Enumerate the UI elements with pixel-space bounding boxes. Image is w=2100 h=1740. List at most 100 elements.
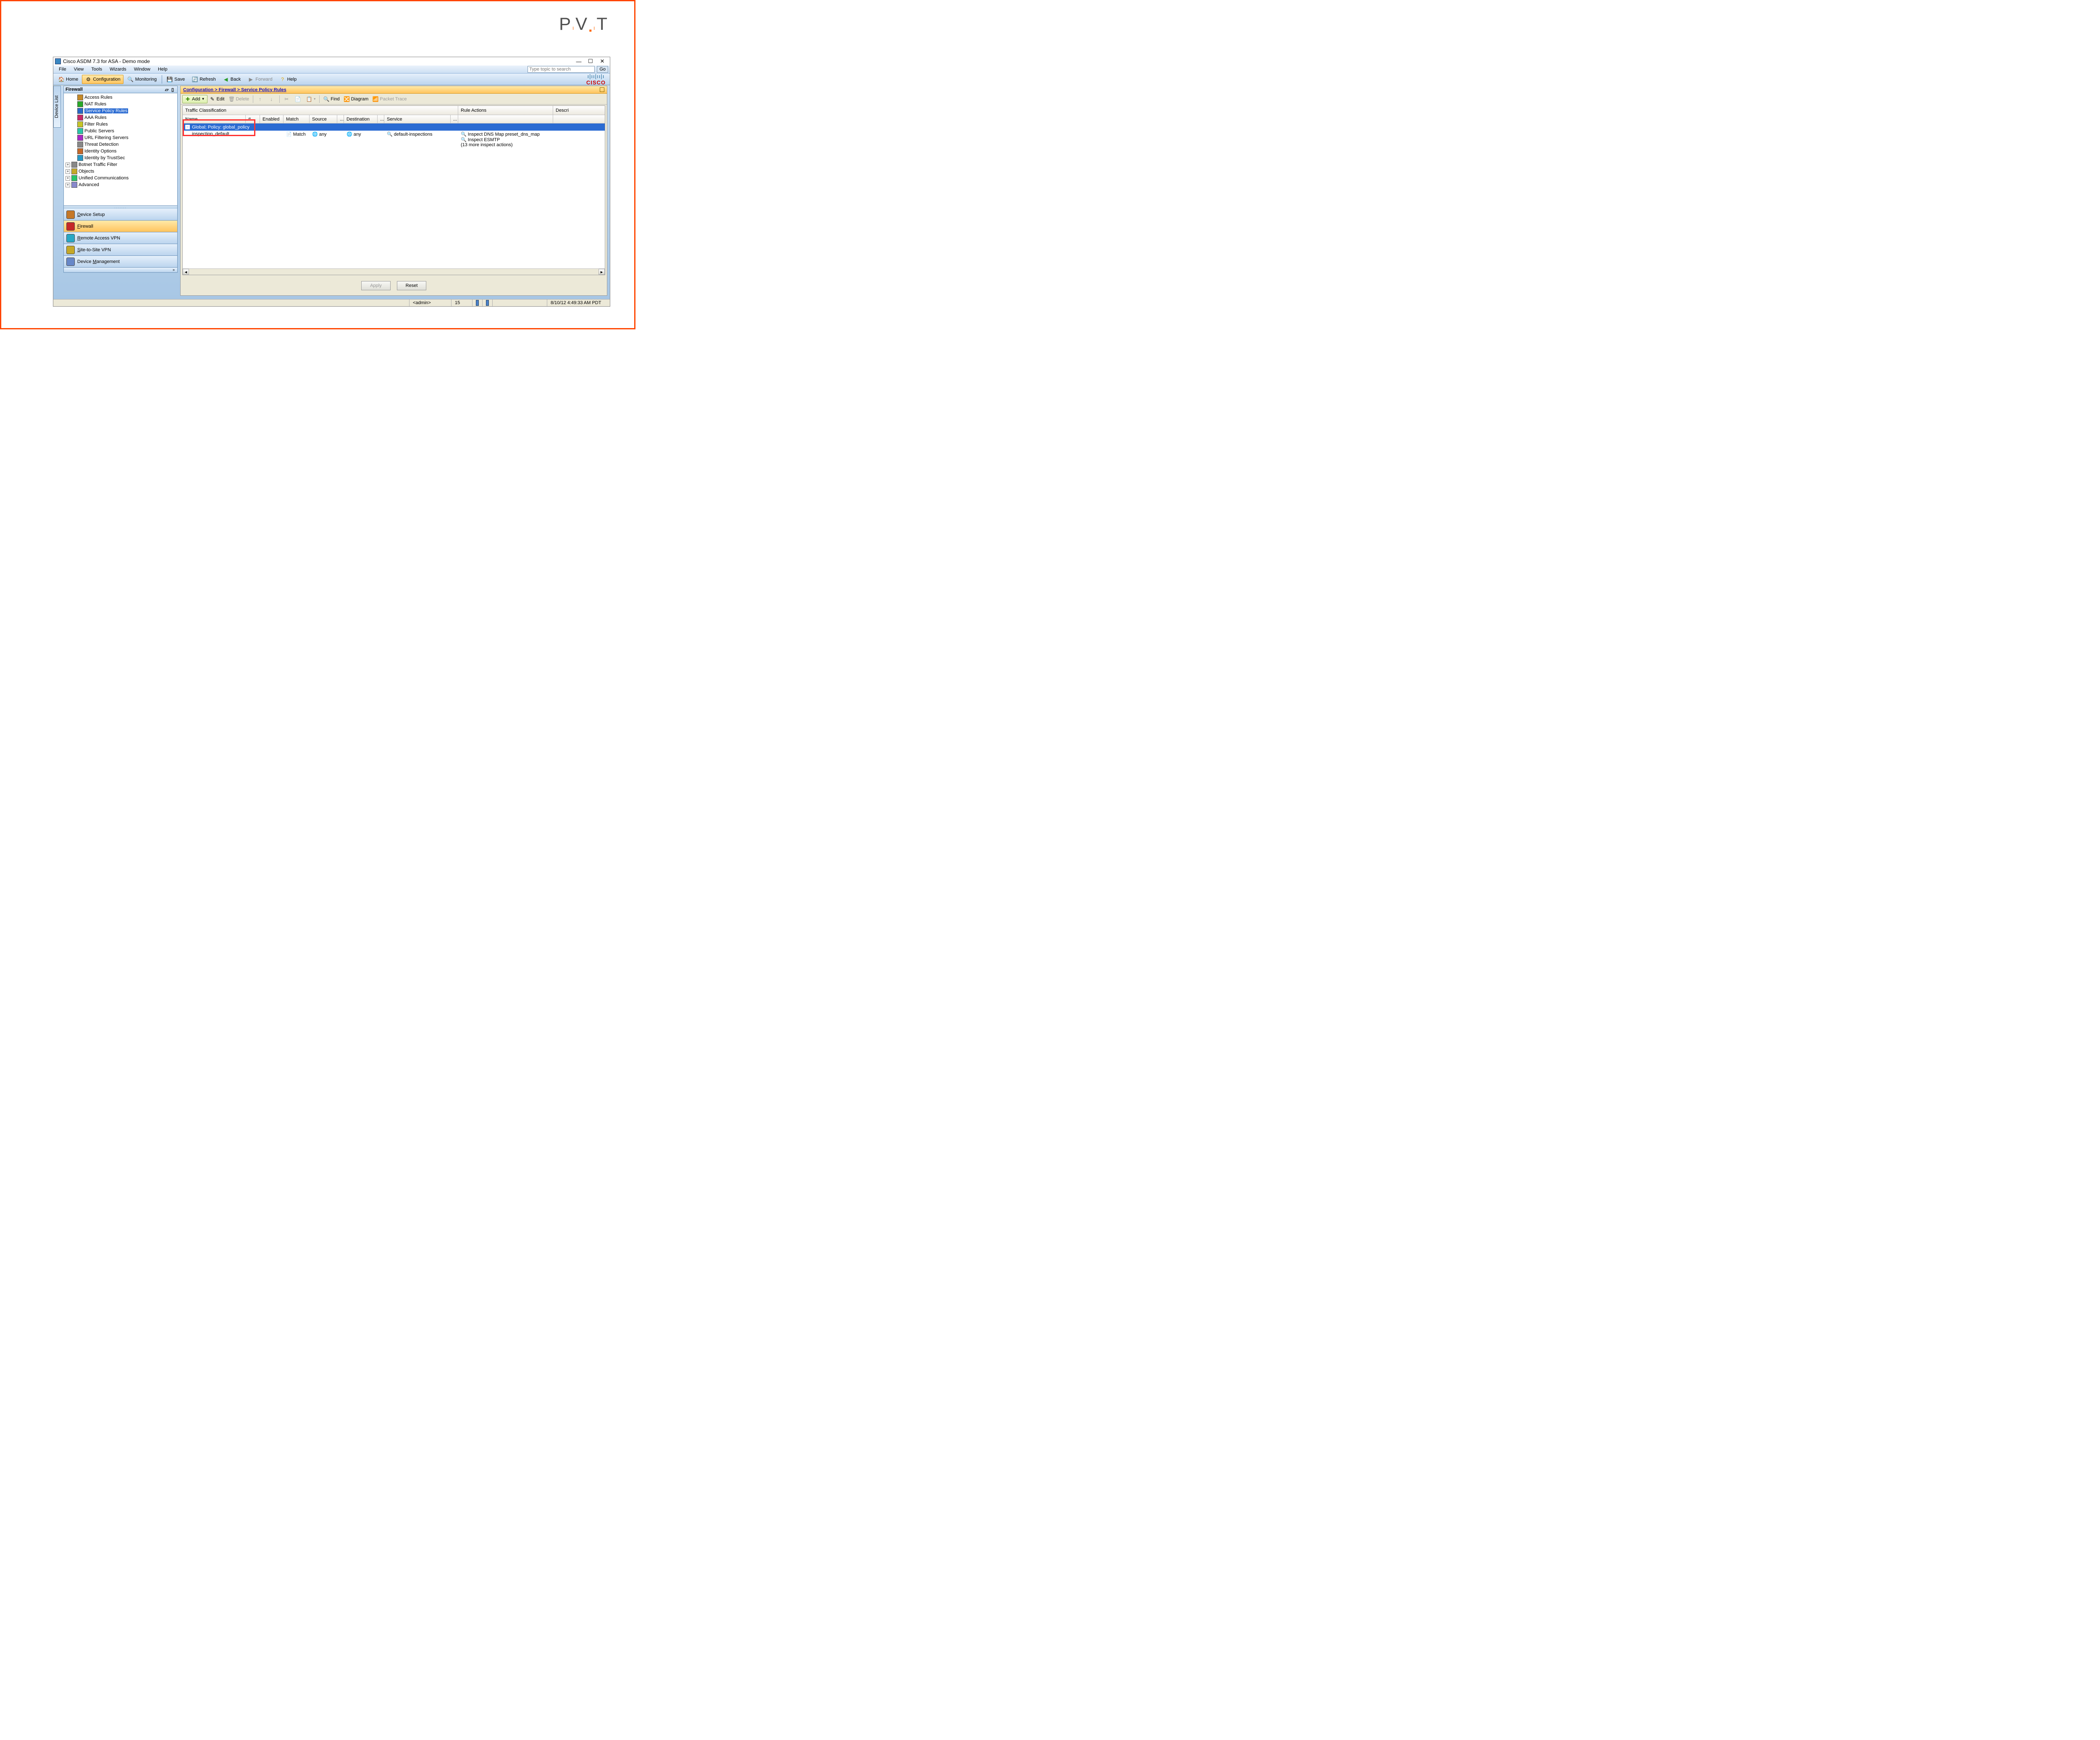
- col-description[interactable]: Descri: [553, 106, 605, 115]
- panel-pin-icon[interactable]: ▯: [170, 87, 176, 92]
- apply-button[interactable]: Apply: [361, 281, 391, 290]
- menu-view[interactable]: View: [70, 66, 88, 72]
- paste-button[interactable]: 📋▾: [304, 95, 318, 103]
- expander-icon[interactable]: +: [66, 163, 70, 167]
- tree-item-url-filtering-servers[interactable]: URL Filtering Servers: [64, 134, 177, 141]
- menu-file[interactable]: File: [55, 66, 70, 72]
- diagram-button[interactable]: 🔀Diagram: [342, 95, 371, 103]
- copy-button[interactable]: 📄: [293, 95, 304, 103]
- nav-firewall[interactable]: Firewall: [63, 221, 178, 232]
- tree-item-access-rules[interactable]: Access Rules: [64, 94, 177, 101]
- expander-icon[interactable]: +: [66, 169, 70, 174]
- arrow-down-icon: ↓: [268, 96, 274, 102]
- tree-item-public-servers[interactable]: Public Servers: [64, 128, 177, 134]
- col-enabled[interactable]: Enabled: [260, 115, 284, 123]
- col-destination-expand[interactable]: ...: [378, 115, 384, 123]
- forward-button[interactable]: ▶Forward: [244, 75, 275, 84]
- policy-group-row[interactable]: − Global; Policy: global_policy: [183, 124, 605, 131]
- title-bar: Cisco ASDM 7.3 for ASA - Demo mode — ☐ ✕: [53, 57, 610, 66]
- tree-item-nat-rules[interactable]: NAT Rules: [64, 101, 177, 108]
- tree-item-icon: [71, 168, 77, 174]
- tree-item-threat-detection[interactable]: Threat Detection: [64, 141, 177, 148]
- col-match[interactable]: Match: [284, 115, 310, 123]
- menu-wizards[interactable]: Wizards: [106, 66, 130, 72]
- tree-item-label: Public Servers: [84, 129, 114, 134]
- rules-toolbar: ✚Add▼ ✎Edit 🗑Delete ↑ ↓ ✂ 📄 📋▾ 🔍Find 🔀Di…: [181, 94, 607, 105]
- menu-help[interactable]: Help: [154, 66, 171, 72]
- col-group-traffic[interactable]: Traffic Classification: [183, 106, 458, 115]
- nav-device-setup[interactable]: Device Setup: [63, 209, 178, 221]
- cell-name: inspection_default: [183, 131, 246, 148]
- tree-item-icon: [77, 101, 83, 107]
- expander-icon[interactable]: +: [66, 176, 70, 181]
- tree-item-icon: [77, 148, 83, 154]
- status-icon-2[interactable]: [482, 300, 492, 306]
- tree-item-identity-options[interactable]: Identity Options: [64, 148, 177, 155]
- col-rule-actions[interactable]: Rule Actions: [458, 106, 553, 115]
- tree-item-objects[interactable]: +Objects: [64, 168, 177, 175]
- monitoring-button[interactable]: 🔍Monitoring: [124, 75, 160, 84]
- tree-item-unified-communications[interactable]: +Unified Communications: [64, 175, 177, 181]
- nav-remote-access-vpn[interactable]: Remote Access VPN: [63, 232, 178, 244]
- add-button[interactable]: ✚Add▼: [182, 95, 207, 103]
- device-list-tab[interactable]: Device List: [53, 86, 61, 128]
- tree-item-advanced[interactable]: +Advanced: [64, 181, 177, 188]
- configuration-button[interactable]: ⚙Configuration: [82, 75, 123, 84]
- col-service-expand[interactable]: ...: [451, 115, 458, 123]
- breadcrumb[interactable]: Configuration > Firewall > Service Polic…: [183, 87, 286, 92]
- h-scrollbar[interactable]: ◂ ▸: [183, 268, 605, 275]
- menu-tools[interactable]: Tools: [87, 66, 106, 72]
- rule-row[interactable]: inspection_default 📄 Match 🌐 any 🌐 any 🔍…: [183, 131, 605, 148]
- menu-window[interactable]: Window: [130, 66, 154, 72]
- cell-destination: 🌐 any: [344, 131, 384, 148]
- move-up-button[interactable]: ↑: [255, 95, 266, 103]
- help-button[interactable]: ?Help: [276, 75, 300, 84]
- tree-item-label: Filter Rules: [84, 122, 108, 127]
- help-search-go[interactable]: Go: [597, 66, 608, 73]
- save-button[interactable]: 💾Save: [163, 75, 188, 84]
- back-button[interactable]: ◀Back: [220, 75, 244, 84]
- help-search-input[interactable]: [528, 66, 595, 73]
- cell-source: 🌐 any: [310, 131, 344, 148]
- nav-icon: [66, 246, 75, 254]
- col-number[interactable]: #: [246, 115, 260, 123]
- scroll-right-icon[interactable]: ▸: [598, 269, 605, 275]
- col-name[interactable]: Name: [183, 115, 246, 123]
- panel-undock-icon[interactable]: ▱: [164, 87, 170, 92]
- nav-device-management[interactable]: Device Management: [63, 256, 178, 268]
- app-window: Cisco ASDM 7.3 for ASA - Demo mode — ☐ ✕…: [53, 57, 610, 307]
- find-button[interactable]: 🔍Find: [321, 95, 341, 103]
- col-service[interactable]: Service: [384, 115, 451, 123]
- tree-item-label: URL Filtering Servers: [84, 135, 129, 140]
- left-panel: Firewall ▱ ▯ Access RulesNAT RulesServic…: [63, 86, 178, 296]
- tree-item-botnet-traffic-filter[interactable]: +Botnet Traffic Filter: [64, 161, 177, 168]
- edit-button[interactable]: ✎Edit: [207, 95, 227, 103]
- gear-icon: ⚙: [85, 76, 92, 83]
- nav-expand-button[interactable]: »: [63, 268, 178, 273]
- move-down-button[interactable]: ↓: [266, 95, 278, 103]
- col-source[interactable]: Source: [310, 115, 337, 123]
- delete-button[interactable]: 🗑Delete: [226, 95, 251, 103]
- home-button[interactable]: 🏠Home: [55, 75, 81, 84]
- col-destination[interactable]: Destination: [344, 115, 378, 123]
- tree-item-service-policy-rules[interactable]: Service Policy Rules: [64, 108, 177, 114]
- expander-icon[interactable]: +: [66, 183, 70, 187]
- tree-item-aaa-rules[interactable]: AAA Rules: [64, 114, 177, 121]
- scroll-left-icon[interactable]: ◂: [183, 269, 189, 275]
- packet-trace-button[interactable]: 📶Packet Trace: [370, 95, 409, 103]
- status-icon-1[interactable]: [472, 300, 482, 306]
- collapse-icon[interactable]: −: [185, 125, 190, 129]
- tree-item-filter-rules[interactable]: Filter Rules: [64, 121, 177, 128]
- nav-site-to-site-vpn[interactable]: Site-to-Site VPN: [63, 244, 178, 256]
- cut-button[interactable]: ✂: [281, 95, 293, 103]
- panel-resize-grip[interactable]: ∙∙∙∙∙∙∙: [63, 206, 178, 209]
- close-button[interactable]: ✕: [596, 58, 608, 65]
- col-source-expand[interactable]: ...: [337, 115, 344, 123]
- cell-service: 🔍 default-inspections: [384, 131, 458, 148]
- reset-button[interactable]: Reset: [397, 281, 426, 290]
- tree-item-identity-by-trustsec[interactable]: Identity by TrustSec: [64, 155, 177, 161]
- panel-maximize-icon[interactable]: [600, 87, 604, 92]
- minimize-button[interactable]: —: [573, 58, 585, 65]
- refresh-button[interactable]: 🔄Refresh: [189, 75, 219, 84]
- maximize-button[interactable]: ☐: [585, 58, 596, 65]
